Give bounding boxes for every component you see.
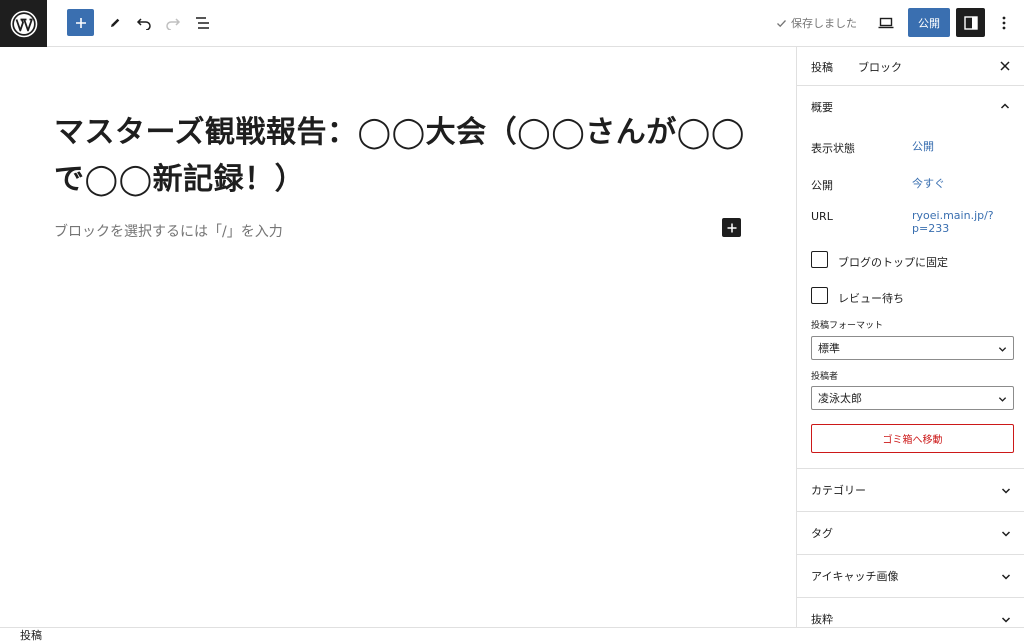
chevron-down-icon xyxy=(998,347,1007,352)
saved-status: 保存しました xyxy=(776,14,857,32)
redo-icon xyxy=(166,18,181,30)
categories-title: カテゴリー xyxy=(811,484,866,497)
move-to-trash-button[interactable]: ゴミ箱へ移動 xyxy=(811,424,1014,453)
list-view-icon xyxy=(196,17,209,29)
featured-image-panel-header[interactable]: アイキャッチ画像 xyxy=(797,554,1024,597)
visibility-value[interactable]: 公開 xyxy=(912,141,934,153)
sidebar-icon xyxy=(963,15,978,30)
publish-value[interactable]: 今すぐ xyxy=(912,178,945,190)
block-breadcrumb: 投稿 xyxy=(0,627,1024,643)
settings-toggle-button[interactable] xyxy=(956,8,985,37)
wordpress-logo-icon[interactable] xyxy=(0,0,47,47)
publish-label: 公開 xyxy=(811,179,833,192)
summary-panel-header[interactable]: 概要 xyxy=(797,86,1024,128)
breadcrumb-item-post[interactable]: 投稿 xyxy=(20,629,42,642)
chevron-down-icon xyxy=(998,397,1007,402)
more-vertical-icon xyxy=(1002,16,1006,30)
editor-canvas: マスターズ観戦報告：◯◯大会（◯◯さんが◯◯で◯◯新記録！） ブロックを選択する… xyxy=(0,47,796,627)
editor-header: 保存しました 公開 xyxy=(0,0,1024,47)
close-icon[interactable] xyxy=(998,59,1012,73)
url-value-line-2: p=233 xyxy=(912,222,950,235)
excerpt-title: 抜粋 xyxy=(811,613,833,626)
pencil-icon xyxy=(111,18,120,27)
tags-panel-header[interactable]: タグ xyxy=(797,511,1024,554)
author-label: 投稿者 xyxy=(811,372,839,382)
chevron-up-icon xyxy=(1000,103,1010,109)
post-format-label: 投稿フォーマット xyxy=(811,321,884,331)
chevron-down-icon xyxy=(1001,531,1011,537)
chevron-down-icon xyxy=(1001,574,1011,580)
sticky-label[interactable]: ブログのトップに固定 xyxy=(838,254,948,270)
saved-label: 保存しました xyxy=(791,17,857,30)
pending-review-checkbox[interactable] xyxy=(811,287,828,304)
chevron-down-icon xyxy=(1001,617,1011,623)
block-placeholder[interactable]: ブロックを選択するには「/」を入力 xyxy=(54,221,283,241)
tab-block[interactable]: ブロック xyxy=(858,59,902,75)
visibility-label: 表示状態 xyxy=(811,142,855,155)
publish-button[interactable]: 公開 xyxy=(908,8,950,37)
document-overview-button[interactable] xyxy=(189,9,217,37)
sidebar-tabs: 投稿 ブロック xyxy=(797,47,1024,86)
tags-title: タグ xyxy=(811,527,833,540)
chevron-down-icon xyxy=(1001,488,1011,494)
sticky-checkbox[interactable] xyxy=(811,251,828,268)
summary-panel: 概要 表示状態 公開 公開 今すぐ URL ryoei.main.jp/? p=… xyxy=(797,86,1024,469)
author-value: 凌泳太郎 xyxy=(818,392,862,405)
plus-icon xyxy=(75,17,86,28)
post-format-select[interactable]: 標準 xyxy=(811,336,1014,360)
author-select[interactable]: 凌泳太郎 xyxy=(811,386,1014,410)
post-format-value: 標準 xyxy=(818,342,840,355)
redo-button[interactable] xyxy=(159,9,187,37)
excerpt-panel-header[interactable]: 抜粋 xyxy=(797,597,1024,627)
undo-button[interactable] xyxy=(130,9,158,37)
featured-image-title: アイキャッチ画像 xyxy=(811,570,899,583)
add-block-button[interactable] xyxy=(67,9,94,36)
url-label: URL xyxy=(811,210,833,223)
categories-panel-header[interactable]: カテゴリー xyxy=(797,468,1024,511)
url-value[interactable]: ryoei.main.jp/? p=233 xyxy=(912,210,994,235)
block-editor: 保存しました 公開 マスターズ観戦報告：◯◯大会（◯◯さんが◯◯で◯◯新記録！）… xyxy=(0,0,1024,643)
summary-title: 概要 xyxy=(811,101,833,114)
preview-button[interactable] xyxy=(872,9,900,37)
post-title[interactable]: マスターズ観戦報告：◯◯大会（◯◯さんが◯◯で◯◯新記録！） xyxy=(54,109,754,203)
tools-button[interactable] xyxy=(101,9,129,37)
pending-review-label[interactable]: レビュー待ち xyxy=(838,290,904,306)
inline-add-block-button[interactable] xyxy=(722,218,741,237)
url-value-line-1: ryoei.main.jp/? xyxy=(912,209,994,222)
check-icon xyxy=(777,19,786,27)
desktop-icon xyxy=(878,17,894,29)
plus-icon xyxy=(727,223,736,232)
settings-sidebar: 投稿 ブロック 概要 表示状態 公開 公開 今すぐ URL ryoei.main… xyxy=(796,47,1024,627)
undo-icon xyxy=(136,18,151,30)
tab-post[interactable]: 投稿 xyxy=(811,59,833,75)
options-button[interactable] xyxy=(990,9,1018,37)
